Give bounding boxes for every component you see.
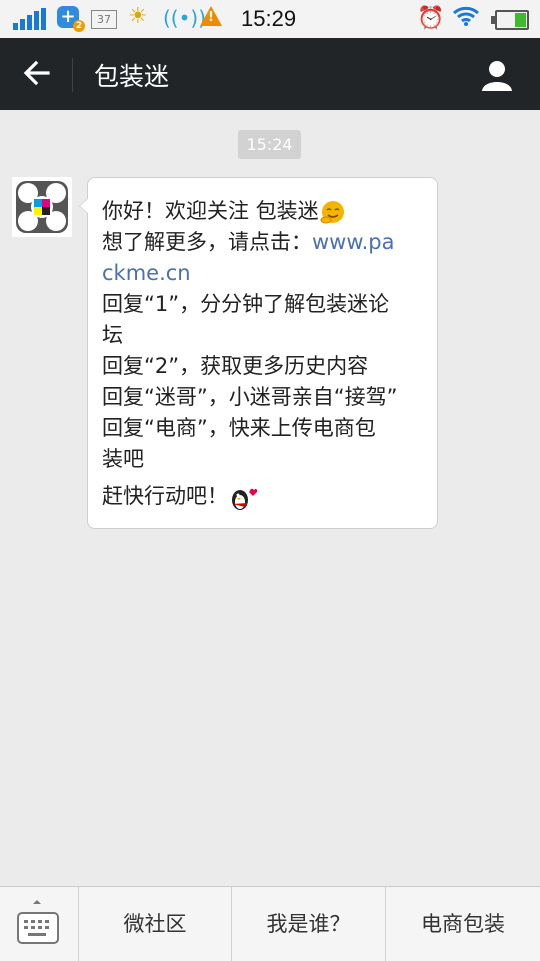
- back-arrow-icon[interactable]: [22, 58, 52, 88]
- message-line: 回复“电商”，快来上传电商包: [102, 416, 376, 440]
- message-text: 你好！欢迎关注 包装迷 想了解更多，请点击：www.pa ckme.cn 回复“…: [102, 196, 428, 512]
- keyboard-icon: [17, 912, 59, 944]
- notification-count-badge: 2: [73, 20, 85, 32]
- message-timestamp: 15:24: [238, 130, 301, 159]
- message-line: 回复“迷哥”，小迷哥亲自“接驾”: [102, 385, 398, 409]
- avatar[interactable]: [12, 177, 72, 237]
- keyboard-toggle-button[interactable]: [0, 887, 79, 961]
- message-line: 想了解更多，请点击：: [102, 230, 312, 254]
- message-line: 坛: [102, 323, 123, 347]
- message-bubble[interactable]: 你好！欢迎关注 包装迷 想了解更多，请点击：www.pa ckme.cn 回复“…: [79, 177, 438, 529]
- weather-sun-icon: ☀: [128, 4, 148, 29]
- bottom-menu-bar: 微社区 我是谁？ 电商包装: [0, 886, 540, 961]
- wifi-icon: [452, 5, 480, 33]
- message-line: 回复“1”，分分钟了解包装迷论: [102, 292, 390, 316]
- website-link-continued[interactable]: ckme.cn: [102, 261, 191, 285]
- warning-icon: !: [200, 6, 222, 26]
- title-divider: [72, 58, 73, 92]
- menu-item-community[interactable]: 微社区: [79, 887, 232, 961]
- status-bar: +2 37 ☀ ((•)) ! ⏰ 15:29: [0, 0, 540, 38]
- page-title: 包装迷: [94, 62, 170, 91]
- app-notification-icon: +2: [57, 6, 85, 32]
- battery-icon: [491, 10, 529, 30]
- message-line: 回复“2”，获取更多历史内容: [102, 354, 369, 378]
- message-line: 赶快行动吧！: [102, 484, 228, 508]
- title-bar: 包装迷: [0, 38, 540, 110]
- menu-item-ecommerce-packaging[interactable]: 电商包装: [386, 887, 540, 961]
- penguin-heart-emoji-icon: [228, 485, 258, 510]
- temperature-icon: 37: [91, 10, 117, 29]
- website-link[interactable]: www.pa: [312, 230, 394, 254]
- message-line: 装吧: [102, 447, 144, 471]
- caret-up-icon: [33, 900, 41, 904]
- status-time: 15:29: [241, 6, 297, 31]
- menu-item-who-am-i[interactable]: 我是谁？: [232, 887, 386, 961]
- alarm-icon: ⏰: [417, 6, 445, 31]
- message-line: 你好！欢迎关注 包装迷: [102, 199, 319, 223]
- smiley-emoji-icon: [319, 200, 349, 224]
- signal-icon: [13, 8, 46, 30]
- person-icon[interactable]: [480, 58, 514, 92]
